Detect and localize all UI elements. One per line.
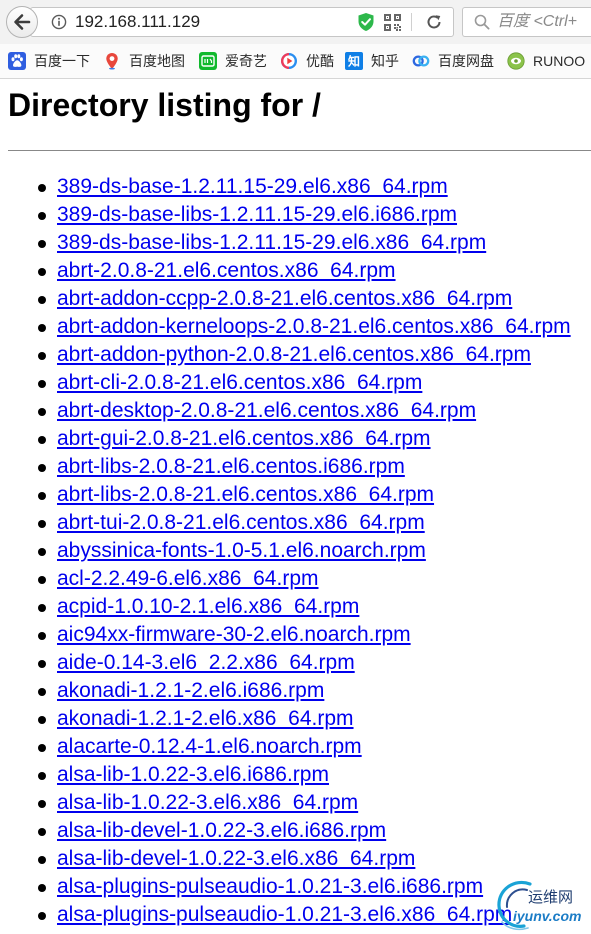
bookmark-baidu[interactable]: 百度一下	[8, 44, 90, 78]
list-item: 389-ds-base-libs-1.2.11.15-29.el6.x86_64…	[38, 229, 591, 257]
list-item: alsa-plugins-pulseaudio-1.0.21-3.el6.x86…	[38, 901, 591, 929]
file-link[interactable]: abrt-gui-2.0.8-21.el6.centos.x86_64.rpm	[57, 427, 431, 450]
info-icon[interactable]	[51, 14, 67, 30]
file-link[interactable]: aide-0.14-3.el6_2.2.x86_64.rpm	[57, 651, 355, 674]
list-item: abyssinica-fonts-1.0-5.1.el6.noarch.rpm	[38, 537, 591, 565]
file-list: 389-ds-base-1.2.11.15-29.el6.x86_64.rpm …	[0, 173, 591, 929]
bookmark-runoob[interactable]: RUNOO	[507, 44, 585, 78]
file-link[interactable]: akonadi-1.2.1-2.el6.x86_64.rpm	[57, 707, 354, 730]
file-link[interactable]: abyssinica-fonts-1.0-5.1.el6.noarch.rpm	[57, 539, 426, 562]
list-item: abrt-addon-python-2.0.8-21.el6.centos.x8…	[38, 341, 591, 369]
bookmark-baidu-netdisk[interactable]: 百度网盘	[412, 44, 494, 78]
list-item: abrt-gui-2.0.8-21.el6.centos.x86_64.rpm	[38, 425, 591, 453]
file-link[interactable]: abrt-addon-kerneloops-2.0.8-21.el6.cento…	[57, 315, 571, 338]
file-link[interactable]: abrt-libs-2.0.8-21.el6.centos.x86_64.rpm	[57, 483, 434, 506]
list-item: 389-ds-base-libs-1.2.11.15-29.el6.i686.r…	[38, 201, 591, 229]
list-item: abrt-addon-kerneloops-2.0.8-21.el6.cento…	[38, 313, 591, 341]
list-item: abrt-desktop-2.0.8-21.el6.centos.x86_64.…	[38, 397, 591, 425]
iqiyi-icon	[199, 52, 217, 70]
list-item: akonadi-1.2.1-2.el6.x86_64.rpm	[38, 705, 591, 733]
zhihu-logo-glyph: 知	[347, 54, 360, 69]
list-item: alsa-plugins-pulseaudio-1.0.21-3.el6.i68…	[38, 873, 591, 901]
list-item: abrt-addon-ccpp-2.0.8-21.el6.centos.x86_…	[38, 285, 591, 313]
back-button[interactable]	[6, 6, 38, 38]
file-link[interactable]: acpid-1.0.10-2.1.el6.x86_64.rpm	[57, 595, 359, 618]
bookmark-label: 百度网盘	[438, 53, 494, 69]
bookmark-baidu-map[interactable]: 百度地图	[103, 44, 185, 78]
heading-divider	[8, 150, 591, 151]
file-link[interactable]: abrt-cli-2.0.8-21.el6.centos.x86_64.rpm	[57, 371, 422, 394]
address-url[interactable]: 192.168.111.129	[75, 8, 200, 36]
list-item: 389-ds-base-1.2.11.15-29.el6.x86_64.rpm	[38, 173, 591, 201]
file-link[interactable]: abrt-libs-2.0.8-21.el6.centos.i686.rpm	[57, 455, 405, 478]
bookmark-iqiyi[interactable]: 爱奇艺	[199, 44, 267, 78]
search-input[interactable]	[497, 8, 591, 36]
list-item: acpid-1.0.10-2.1.el6.x86_64.rpm	[38, 593, 591, 621]
back-arrow-icon	[12, 12, 32, 32]
address-bar[interactable]: 192.168.111.129	[30, 7, 454, 37]
baidu-netdisk-icon	[412, 52, 430, 70]
list-item: alsa-lib-1.0.22-3.el6.i686.rpm	[38, 761, 591, 789]
file-link[interactable]: alsa-plugins-pulseaudio-1.0.21-3.el6.i68…	[57, 875, 483, 898]
file-link[interactable]: abrt-tui-2.0.8-21.el6.centos.x86_64.rpm	[57, 511, 425, 534]
bookmark-label: 百度地图	[129, 53, 185, 69]
search-box[interactable]	[462, 7, 591, 37]
refresh-icon[interactable]	[425, 13, 443, 31]
file-link[interactable]: acl-2.2.49-6.el6.x86_64.rpm	[57, 567, 319, 590]
file-link[interactable]: akonadi-1.2.1-2.el6.i686.rpm	[57, 679, 324, 702]
list-item: abrt-2.0.8-21.el6.centos.x86_64.rpm	[38, 257, 591, 285]
bookmark-label: 百度一下	[34, 53, 90, 69]
file-link[interactable]: 389-ds-base-libs-1.2.11.15-29.el6.x86_64…	[57, 231, 486, 254]
qr-code-icon[interactable]	[384, 14, 401, 31]
list-item: abrt-libs-2.0.8-21.el6.centos.x86_64.rpm	[38, 481, 591, 509]
file-link[interactable]: abrt-desktop-2.0.8-21.el6.centos.x86_64.…	[57, 399, 476, 422]
list-item: aide-0.14-3.el6_2.2.x86_64.rpm	[38, 649, 591, 677]
bookmark-label: 知乎	[371, 53, 399, 69]
runoob-icon	[507, 52, 525, 70]
bookmark-zhihu[interactable]: 知 知乎	[345, 44, 399, 78]
file-link[interactable]: abrt-2.0.8-21.el6.centos.x86_64.rpm	[57, 259, 396, 282]
file-link[interactable]: 389-ds-base-libs-1.2.11.15-29.el6.i686.r…	[57, 203, 457, 226]
file-link[interactable]: alsa-lib-1.0.22-3.el6.x86_64.rpm	[57, 791, 358, 814]
list-item: alsa-lib-devel-1.0.22-3.el6.x86_64.rpm	[38, 845, 591, 873]
file-link[interactable]: alacarte-0.12.4-1.el6.noarch.rpm	[57, 735, 362, 758]
list-item: aic94xx-firmware-30-2.el6.noarch.rpm	[38, 621, 591, 649]
file-link[interactable]: alsa-lib-devel-1.0.22-3.el6.x86_64.rpm	[57, 847, 415, 870]
list-item: abrt-cli-2.0.8-21.el6.centos.x86_64.rpm	[38, 369, 591, 397]
file-link[interactable]: abrt-addon-ccpp-2.0.8-21.el6.centos.x86_…	[57, 287, 512, 310]
youku-icon	[280, 52, 298, 70]
file-link[interactable]: abrt-addon-python-2.0.8-21.el6.centos.x8…	[57, 343, 531, 366]
bookmark-label: RUNOO	[533, 53, 586, 69]
baidu-paw-icon	[8, 52, 26, 70]
browser-toolbar: 192.168.111.129	[0, 0, 591, 44]
list-item: alsa-lib-devel-1.0.22-3.el6.i686.rpm	[38, 817, 591, 845]
bookmark-label: 优酷	[306, 53, 334, 69]
address-divider	[411, 13, 412, 31]
file-link[interactable]: alsa-plugins-pulseaudio-1.0.21-3.el6.x86…	[57, 903, 512, 926]
bookmark-youku[interactable]: 优酷	[280, 44, 334, 78]
list-item: alacarte-0.12.4-1.el6.noarch.rpm	[38, 733, 591, 761]
list-item: abrt-libs-2.0.8-21.el6.centos.i686.rpm	[38, 453, 591, 481]
baidu-map-pin-icon	[103, 52, 121, 70]
list-item: akonadi-1.2.1-2.el6.i686.rpm	[38, 677, 591, 705]
list-item: acl-2.2.49-6.el6.x86_64.rpm	[38, 565, 591, 593]
bookmarks-bar: 百度一下 百度地图 爱奇艺 优酷 知 知乎 百度网盘 RUNOO	[0, 44, 591, 79]
security-shield-icon[interactable]	[357, 12, 375, 32]
list-item: abrt-tui-2.0.8-21.el6.centos.x86_64.rpm	[38, 509, 591, 537]
file-link[interactable]: aic94xx-firmware-30-2.el6.noarch.rpm	[57, 623, 411, 646]
file-link[interactable]: alsa-lib-devel-1.0.22-3.el6.i686.rpm	[57, 819, 386, 842]
search-icon[interactable]	[474, 14, 490, 30]
zhihu-icon: 知	[345, 52, 363, 70]
page-title: Directory listing for /	[8, 87, 321, 123]
list-item: alsa-lib-1.0.22-3.el6.x86_64.rpm	[38, 789, 591, 817]
file-link[interactable]: alsa-lib-1.0.22-3.el6.i686.rpm	[57, 763, 329, 786]
file-link[interactable]: 389-ds-base-1.2.11.15-29.el6.x86_64.rpm	[57, 175, 448, 198]
bookmark-label: 爱奇艺	[225, 53, 267, 69]
